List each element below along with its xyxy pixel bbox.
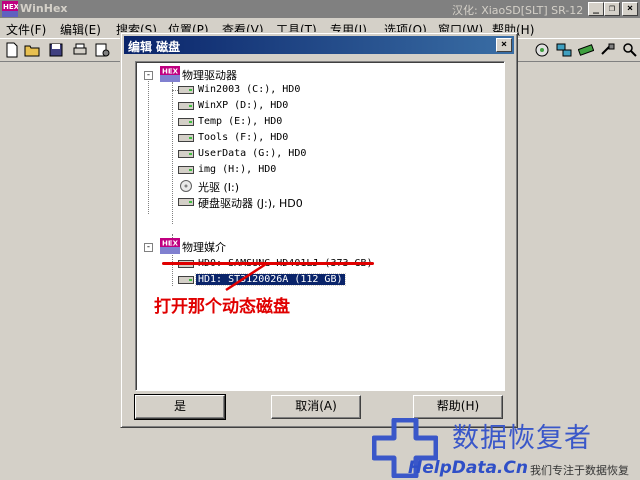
restore-button[interactable]: ❐ <box>604 2 620 16</box>
ok-button[interactable]: 是 <box>134 394 226 420</box>
watermark-chinese: 数据恢复者 <box>452 423 592 454</box>
svg-text:HEX: HEX <box>162 240 179 248</box>
annotation-pointer <box>225 262 267 292</box>
cdrom-icon <box>180 180 192 192</box>
drive-label: Temp (E:), HD0 <box>198 116 283 127</box>
new-file-icon[interactable] <box>4 42 20 58</box>
translator-credit: 汉化: XiaoSD[SLT] SR-12 <box>452 4 584 17</box>
dialog-close-button[interactable]: × <box>496 38 512 52</box>
tree-line <box>172 82 173 224</box>
drive-label: img (H:), HD0 <box>198 164 277 175</box>
search-icon[interactable] <box>622 42 638 58</box>
cancel-button[interactable]: 取消(A) <box>271 395 361 419</box>
main-title-bar: HEX WinHex 汉化: XiaoSD[SLT] SR-12 _ ❐ × <box>0 0 640 18</box>
drive-label: WinXP (D:), HD0 <box>198 100 289 111</box>
tree-group-label: 物理媒介 <box>182 241 226 254</box>
svg-text:HEX: HEX <box>162 68 179 76</box>
ram-icon[interactable] <box>578 42 594 58</box>
minimize-button[interactable]: _ <box>588 2 604 16</box>
watermark-url: HelpData.Cn <box>408 458 528 478</box>
winhex-logo-icon: HEX <box>2 1 18 17</box>
app-title: WinHex <box>20 2 68 15</box>
close-button[interactable]: × <box>622 2 638 16</box>
svg-text:HEX: HEX <box>3 3 18 11</box>
dialog-title-bar: 编辑 磁盘 × <box>124 36 514 54</box>
drive-icon <box>178 118 194 126</box>
drive-icon <box>178 102 194 110</box>
collapse-logical-icon[interactable]: - <box>144 71 153 80</box>
open-folder-icon[interactable] <box>24 42 40 58</box>
menu-edit[interactable]: 编辑(E) <box>60 21 101 38</box>
print-icon[interactable] <box>72 42 88 58</box>
properties-icon[interactable] <box>94 42 110 58</box>
drive-label: 光驱 (I:) <box>198 181 240 194</box>
drive-icon <box>178 198 194 206</box>
drive-label: 硬盘驱动器 (J:), HD0 <box>198 197 303 210</box>
disk-tools-icon[interactable] <box>534 42 550 58</box>
annotation-text: 打开那个动态磁盘 <box>154 297 290 317</box>
watermark-slogan: 我们专注于数据恢复 <box>530 464 629 477</box>
winhex-group-icon: HEX <box>160 66 180 82</box>
menu-file[interactable]: 文件(F) <box>6 21 46 38</box>
drive-icon <box>178 276 194 284</box>
tree-group-label: 物理驱动器 <box>182 69 237 82</box>
dialog-title: 编辑 磁盘 <box>128 40 181 54</box>
drive-icon <box>178 166 194 174</box>
winhex-group-icon: HEX <box>160 238 180 254</box>
network-icon[interactable] <box>556 42 572 58</box>
save-icon[interactable] <box>48 42 64 58</box>
drive-label: UserData (G:), HD0 <box>198 148 307 159</box>
cable-icon[interactable] <box>600 42 616 58</box>
collapse-physical-icon[interactable]: - <box>144 243 153 252</box>
drive-label: Win2003 (C:), HD0 <box>198 84 301 95</box>
drive-tree: - HEX 物理驱动器 Win2003 (C:), HD0 WinXP (D:)… <box>135 61 505 391</box>
drive-icon <box>178 150 194 158</box>
drive-icon <box>178 134 194 142</box>
drive-label: Tools (F:), HD0 <box>198 132 289 143</box>
drive-icon <box>178 86 194 94</box>
tree-line <box>148 74 149 214</box>
edit-disk-dialog: 编辑 磁盘 × - HEX 物理驱动器 Win2003 (C:), HD0 Wi… <box>120 32 518 428</box>
